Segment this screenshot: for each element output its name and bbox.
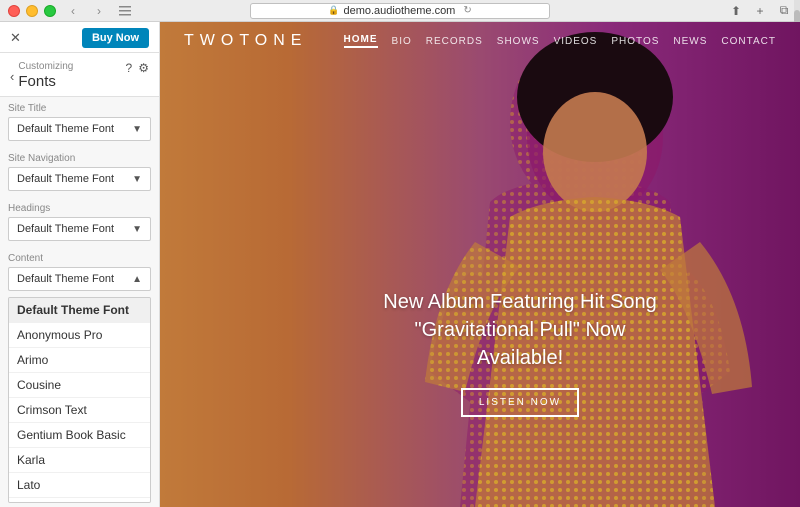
nav-link-news[interactable]: NEWS xyxy=(673,36,707,47)
main-layout: ✕ Buy Now ‹ Customizing Fonts ? ⚙ Site xyxy=(0,22,800,507)
back-button[interactable]: ‹ xyxy=(10,69,14,84)
traffic-lights xyxy=(8,5,56,17)
close-traffic-light[interactable] xyxy=(8,5,20,17)
customizer-title: Fonts xyxy=(18,73,73,90)
customizer-header: ‹ Customizing Fonts ? ⚙ xyxy=(0,53,159,97)
site-nav: TWOTONE HOME BIO RECORDS SHOWS VIDEOS PH… xyxy=(160,22,800,60)
headings-label: Headings xyxy=(8,203,151,214)
forward-arrow-icon[interactable]: › xyxy=(92,4,106,18)
nav-link-shows[interactable]: SHOWS xyxy=(497,36,540,47)
listen-now-button[interactable]: LISTEN NOW xyxy=(461,388,579,417)
content-dropdown[interactable]: Default Theme Font ▲ xyxy=(8,267,151,291)
site-title-font-value: Default Theme Font xyxy=(17,123,114,135)
nav-link-home[interactable]: HOME xyxy=(344,34,378,48)
lock-icon: 🔒 xyxy=(328,5,339,16)
customizer-top-bar: ✕ Buy Now xyxy=(0,22,159,53)
font-list-item-arimo[interactable]: Arimo xyxy=(9,348,150,373)
hero-content: New Album Featuring Hit Song"Gravitation… xyxy=(380,288,660,417)
headings-section: Headings Default Theme Font ▼ xyxy=(0,197,159,247)
settings-icon[interactable]: ⚙ xyxy=(138,61,149,75)
site-navigation-font-value: Default Theme Font xyxy=(17,173,114,185)
nav-links: HOME BIO RECORDS SHOWS VIDEOS PHOTOS NEW… xyxy=(344,34,776,48)
nav-link-photos[interactable]: PHOTOS xyxy=(611,36,659,47)
site-navigation-chevron-icon: ▼ xyxy=(132,174,142,185)
back-arrow-icon[interactable]: ‹ xyxy=(66,4,80,18)
share-icon[interactable]: ⬆ xyxy=(728,3,744,19)
site-title-label: Site Title xyxy=(8,103,151,114)
toolbar-right: ⬆ + ⧉ xyxy=(728,3,792,19)
customizing-label: Customizing xyxy=(18,61,73,72)
font-list-item-gentium[interactable]: Gentium Book Basic xyxy=(9,423,150,448)
customizer-sidebar: ✕ Buy Now ‹ Customizing Fonts ? ⚙ Site xyxy=(0,22,160,507)
headings-dropdown[interactable]: Default Theme Font ▼ xyxy=(8,217,151,241)
headings-font-value: Default Theme Font xyxy=(17,223,114,235)
nav-link-videos[interactable]: VIDEOS xyxy=(554,36,598,47)
site-navigation-label: Site Navigation xyxy=(8,153,151,164)
font-list-item-libre-baskerville[interactable]: Libre Baskerville xyxy=(9,498,150,503)
address-bar[interactable]: 🔒 demo.audiotheme.com ↻ xyxy=(250,3,550,19)
preview-area: TWOTONE HOME BIO RECORDS SHOWS VIDEOS PH… xyxy=(160,22,800,507)
customizer-close-icon[interactable]: ✕ xyxy=(10,30,21,46)
font-list: Default Theme Font Anonymous Pro Arimo C… xyxy=(8,297,151,503)
minimize-traffic-light[interactable] xyxy=(26,5,38,17)
font-list-item-cousine[interactable]: Cousine xyxy=(9,373,150,398)
font-list-item-crimson-text[interactable]: Crimson Text xyxy=(9,398,150,423)
bookmark-icon[interactable]: + xyxy=(752,3,768,19)
nav-link-records[interactable]: RECORDS xyxy=(426,36,483,47)
site-navigation-section: Site Navigation Default Theme Font ▼ xyxy=(0,147,159,197)
site-title-dropdown[interactable]: Default Theme Font ▼ xyxy=(8,117,151,141)
content-section: Content Default Theme Font ▲ xyxy=(0,247,159,297)
header-icons: ? ⚙ xyxy=(126,61,149,75)
buy-now-button[interactable]: Buy Now xyxy=(82,28,149,48)
content-label: Content xyxy=(8,253,151,264)
site-preview: TWOTONE HOME BIO RECORDS SHOWS VIDEOS PH… xyxy=(160,22,800,507)
site-navigation-dropdown[interactable]: Default Theme Font ▼ xyxy=(8,167,151,191)
font-list-item-karla[interactable]: Karla xyxy=(9,448,150,473)
maximize-traffic-light[interactable] xyxy=(44,5,56,17)
font-list-item-anonymous-pro[interactable]: Anonymous Pro xyxy=(9,323,150,348)
info-icon[interactable]: ? xyxy=(126,61,133,75)
hero-text: New Album Featuring Hit Song"Gravitation… xyxy=(380,288,660,372)
content-chevron-icon: ▲ xyxy=(132,274,142,285)
window-chrome: ‹ › 🔒 demo.audiotheme.com ↻ ⬆ + ⧉ xyxy=(0,0,800,22)
customizer-header-left: ‹ Customizing Fonts xyxy=(10,61,73,90)
window-nav-controls: ‹ › xyxy=(66,4,132,18)
sidebar-toggle-icon[interactable] xyxy=(118,4,132,18)
font-list-item-lato[interactable]: Lato xyxy=(9,473,150,498)
refresh-icon[interactable]: ↻ xyxy=(463,5,471,16)
site-logo: TWOTONE xyxy=(184,32,307,50)
headings-chevron-icon: ▼ xyxy=(132,224,142,235)
nav-link-bio[interactable]: BIO xyxy=(392,36,412,47)
url-text: demo.audiotheme.com xyxy=(343,5,455,17)
site-title-section: Site Title Default Theme Font ▼ xyxy=(0,97,159,147)
site-title-chevron-icon: ▼ xyxy=(132,124,142,135)
person-illustration xyxy=(380,22,800,507)
font-list-item-default[interactable]: Default Theme Font xyxy=(9,298,150,323)
tabs-icon[interactable]: ⧉ xyxy=(776,3,792,19)
content-font-value: Default Theme Font xyxy=(17,273,114,285)
nav-link-contact[interactable]: CONTACT xyxy=(721,36,776,47)
